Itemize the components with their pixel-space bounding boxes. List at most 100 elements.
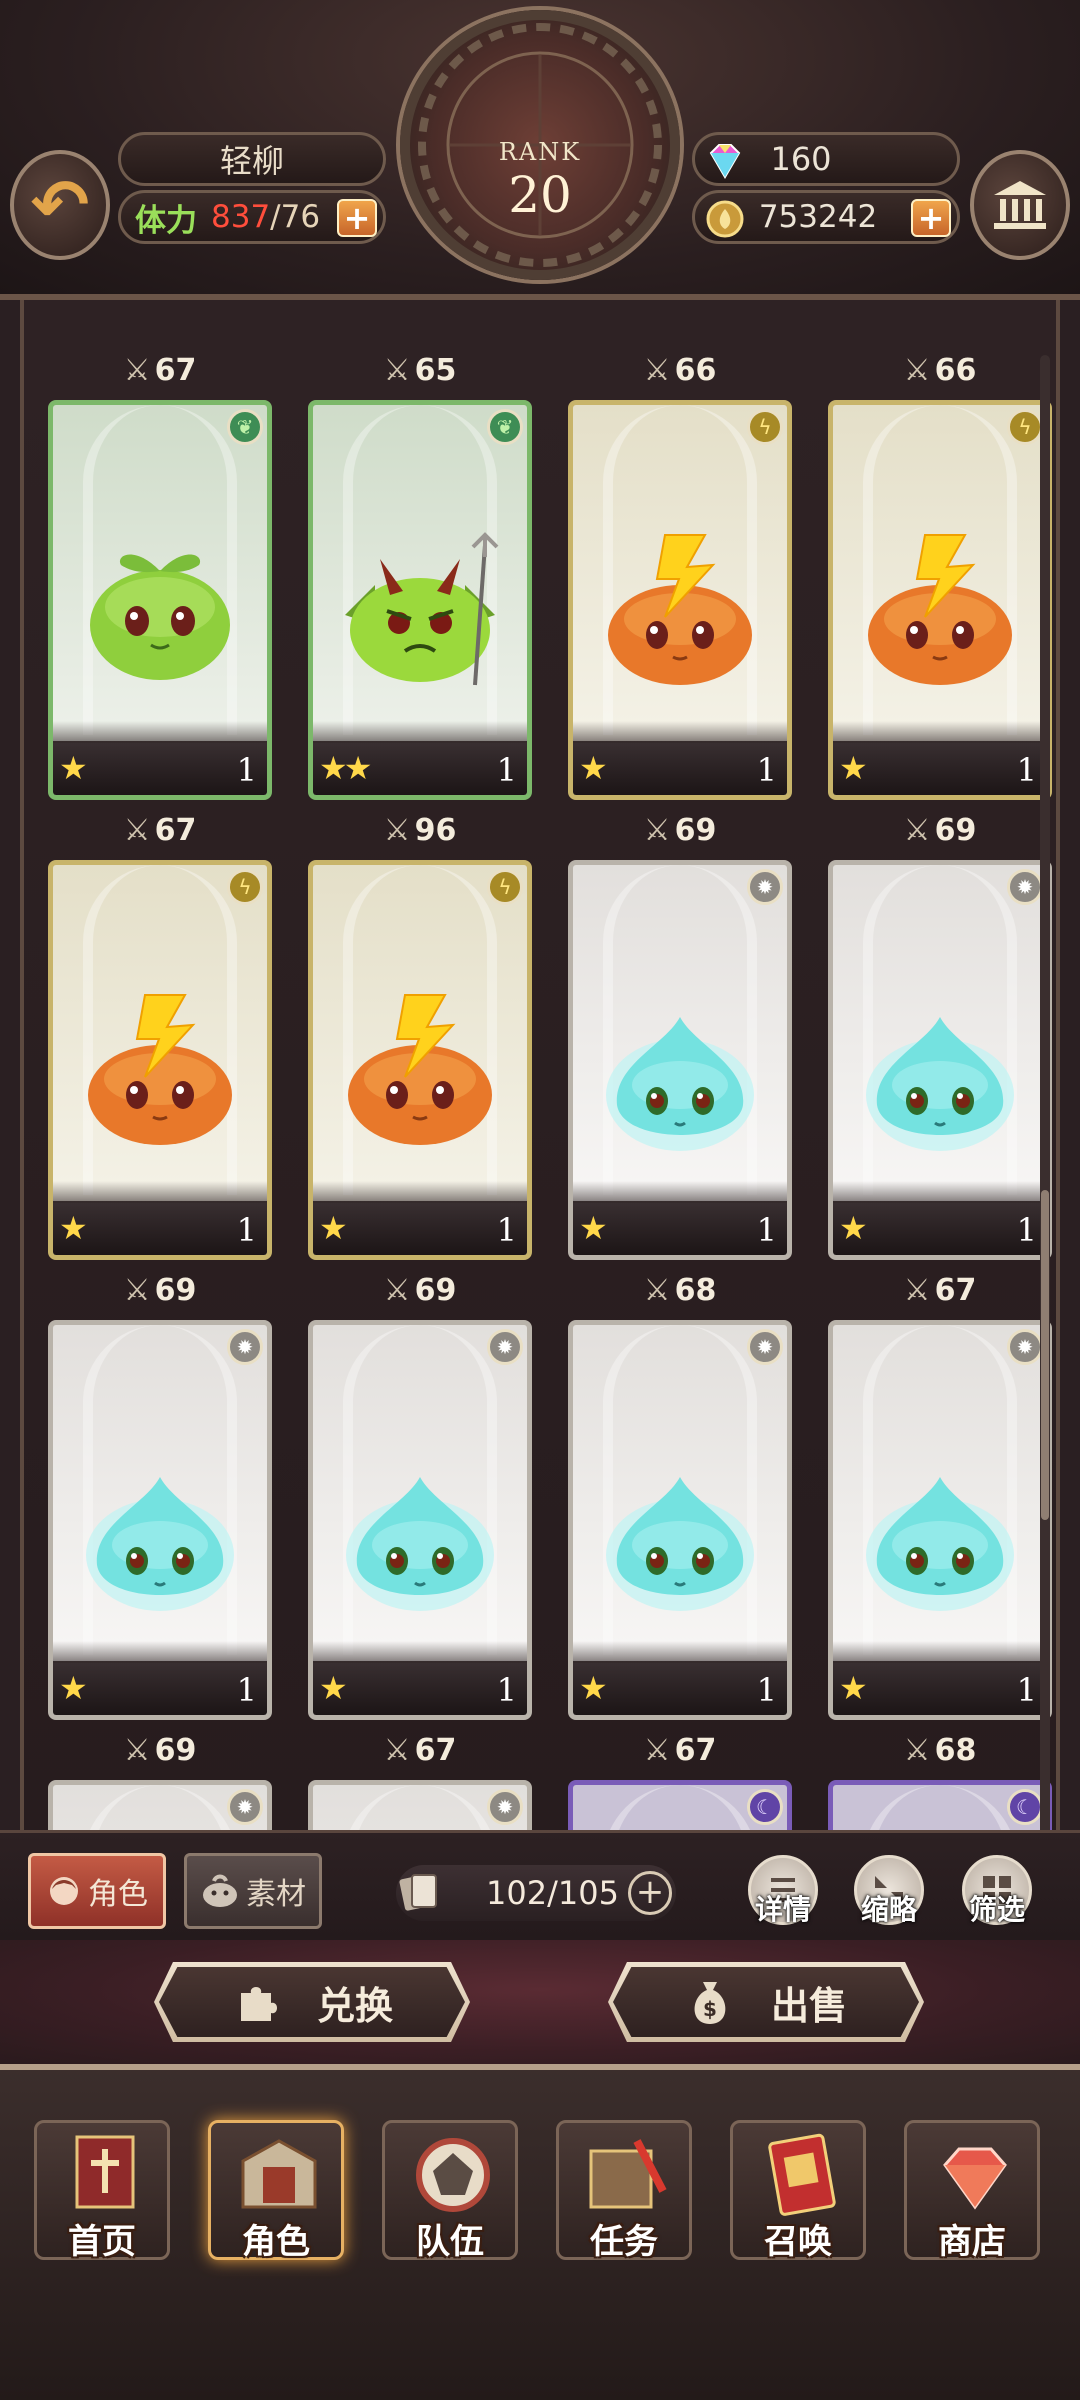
character-card[interactable]: ϟ ★ 1 bbox=[48, 860, 272, 1260]
water-monster-portrait bbox=[606, 1477, 754, 1611]
card-footer: ★ 1 bbox=[313, 1641, 527, 1715]
star-rating: ★ bbox=[59, 749, 88, 787]
character-card-slot: ⚔ 69 ✹ ★ 1 bbox=[46, 1250, 274, 1720]
material-blob-icon bbox=[203, 1874, 237, 1907]
sun-element-icon: ✹ bbox=[1007, 1329, 1043, 1365]
character-card[interactable]: ✹ bbox=[48, 1780, 272, 1830]
compact-view-button[interactable]: 缩略 bbox=[854, 1855, 924, 1926]
card-level: 1 bbox=[236, 1211, 257, 1249]
card-footer: ★ 1 bbox=[53, 1181, 267, 1255]
compact-view-label: 缩略 bbox=[860, 1893, 917, 1926]
tab-materials[interactable]: 素材 bbox=[184, 1853, 322, 1929]
combat-power: ⚔ 66 bbox=[566, 350, 794, 390]
shop-diamond-icon bbox=[943, 2147, 1007, 2210]
character-card[interactable]: ϟ ★ 1 bbox=[828, 400, 1052, 800]
nav-item-shop-diamond[interactable]: 商店 bbox=[904, 2120, 1040, 2262]
combat-power-value: 67 bbox=[674, 1732, 717, 1768]
nav-item-summon-card[interactable]: 召唤 bbox=[730, 2120, 866, 2262]
nav-label: 召唤 bbox=[764, 2222, 832, 2262]
character-card-slot: ⚔ 69 ✹ ★ 1 bbox=[566, 790, 794, 1260]
character-card[interactable]: ✹ ★ 1 bbox=[48, 1320, 272, 1720]
svg-text:$: $ bbox=[703, 1997, 717, 2021]
character-card-slot: ⚔ 67 ✹ bbox=[306, 1710, 534, 1830]
exchange-button[interactable]: 兑换 bbox=[154, 1962, 470, 2042]
capacity-value: 102/105 bbox=[486, 1874, 619, 1912]
stamina-label: 体力 bbox=[135, 202, 197, 239]
water-monster-portrait bbox=[86, 1477, 234, 1611]
money-bag-icon: $ bbox=[694, 1982, 726, 2024]
nav-label: 首页 bbox=[68, 2222, 136, 2262]
character-card[interactable]: ❦ ★ 1 bbox=[48, 400, 272, 800]
combat-power-value: 69 bbox=[154, 1272, 197, 1308]
crossed-swords-icon: ⚔ bbox=[643, 1272, 671, 1308]
add-gold-button[interactable]: + bbox=[911, 199, 951, 237]
star-rating: ★ bbox=[839, 1209, 868, 1247]
star-rating: ★ bbox=[59, 1209, 88, 1247]
tab-characters[interactable]: 角色 bbox=[28, 1853, 166, 1929]
character-card[interactable]: ✹ bbox=[308, 1780, 532, 1830]
character-grid-panel: ⚔ 67 ❦ ★ 1 ⚔ 65 ❦ ★★ 1 ⚔ 66 ϟ ★ 1 ⚔ 66 ϟ ★ 1 ⚔ 67 ϟ ★ 1 ⚔ 96 ϟ bbox=[20, 300, 1060, 1830]
demon-monster-portrait bbox=[345, 532, 499, 686]
character-card[interactable]: ✹ ★ 1 bbox=[568, 1320, 792, 1720]
scrollbar-thumb[interactable] bbox=[1041, 1190, 1049, 1520]
nav-item-character-box[interactable]: 角色 bbox=[208, 2120, 344, 2262]
character-card[interactable]: ϟ ★ 1 bbox=[308, 860, 532, 1260]
combat-power-value: 67 bbox=[154, 352, 197, 388]
bolt-monster-portrait bbox=[868, 534, 1012, 685]
character-card[interactable]: ✹ ★ 1 bbox=[828, 860, 1052, 1260]
filter-button[interactable]: 筛选 bbox=[962, 1855, 1032, 1926]
water-monster-portrait bbox=[866, 1017, 1014, 1151]
combat-power-value: 66 bbox=[934, 352, 977, 388]
details-button[interactable]: 详情 bbox=[748, 1855, 818, 1926]
card-footer: ★ 1 bbox=[53, 721, 267, 795]
combat-power-value: 67 bbox=[934, 1272, 977, 1308]
card-level: 1 bbox=[756, 1671, 777, 1709]
capacity-counter: 102/105 + bbox=[396, 1865, 676, 1921]
card-background-arch bbox=[83, 1785, 237, 1830]
sun-element-icon: ✹ bbox=[747, 1329, 783, 1365]
gold-count: 753242 bbox=[758, 199, 878, 235]
star-rating: ★ bbox=[59, 1669, 88, 1707]
sell-button[interactable]: $ 出售 bbox=[608, 1962, 924, 2042]
gem-count: 160 bbox=[770, 140, 832, 178]
puzzle-piece-icon bbox=[240, 1987, 277, 2021]
character-card[interactable]: ☾ bbox=[828, 1780, 1052, 1830]
back-button[interactable]: ↶ bbox=[10, 150, 110, 260]
character-card-slot: ⚔ 69 ✹ ★ 1 bbox=[306, 1250, 534, 1720]
museum-icon bbox=[994, 181, 1046, 229]
character-card[interactable]: ❦ ★★ 1 bbox=[308, 400, 532, 800]
team-dice-icon bbox=[416, 2138, 490, 2212]
exchange-label: 兑换 bbox=[316, 1983, 393, 2028]
summon-card-icon bbox=[768, 2133, 836, 2216]
character-card[interactable]: ✹ ★ 1 bbox=[308, 1320, 532, 1720]
crossed-swords-icon: ⚔ bbox=[123, 1732, 151, 1768]
character-card[interactable]: ϟ ★ 1 bbox=[568, 400, 792, 800]
grid-scrollbar[interactable] bbox=[1040, 355, 1050, 1845]
combat-power: ⚔ 67 bbox=[566, 1730, 794, 1770]
star-rating: ★ bbox=[839, 749, 868, 787]
card-background-arch bbox=[603, 1785, 757, 1830]
combat-power-value: 69 bbox=[414, 1272, 457, 1308]
card-level: 1 bbox=[496, 751, 517, 789]
expand-capacity-button[interactable]: + bbox=[628, 1871, 672, 1915]
character-card[interactable]: ✹ ★ 1 bbox=[568, 860, 792, 1260]
player-name: 轻柳 bbox=[219, 142, 284, 180]
character-card-slot: ⚔ 66 ϟ ★ 1 bbox=[566, 330, 794, 800]
nav-item-team-dice[interactable]: 队伍 bbox=[382, 2120, 518, 2262]
nav-item-home-banner[interactable]: 首页 bbox=[34, 2120, 170, 2262]
character-card-grid: ⚔ 67 ❦ ★ 1 ⚔ 65 ❦ ★★ 1 ⚔ 66 ϟ ★ 1 ⚔ 66 ϟ ★ 1 ⚔ 67 ϟ ★ 1 ⚔ 96 ϟ bbox=[34, 330, 1054, 1830]
character-card[interactable]: ✹ ★ 1 bbox=[828, 1320, 1052, 1720]
sell-label: 出售 bbox=[770, 1983, 847, 2028]
combat-power-value: 65 bbox=[414, 352, 457, 388]
star-rating: ★ bbox=[579, 749, 608, 787]
add-stamina-button[interactable]: + bbox=[337, 199, 377, 237]
bolt-monster-portrait bbox=[88, 994, 232, 1145]
collection-button[interactable] bbox=[970, 150, 1070, 260]
nav-item-quest-book[interactable]: 任务 bbox=[556, 2120, 692, 2262]
character-card[interactable]: ☾ bbox=[568, 1780, 792, 1830]
crossed-swords-icon: ⚔ bbox=[383, 1732, 411, 1768]
crossed-swords-icon: ⚔ bbox=[903, 1272, 931, 1308]
water-monster-portrait bbox=[606, 1017, 754, 1151]
lightning-element-icon: ϟ bbox=[747, 409, 783, 445]
combat-power-value: 96 bbox=[414, 812, 457, 848]
